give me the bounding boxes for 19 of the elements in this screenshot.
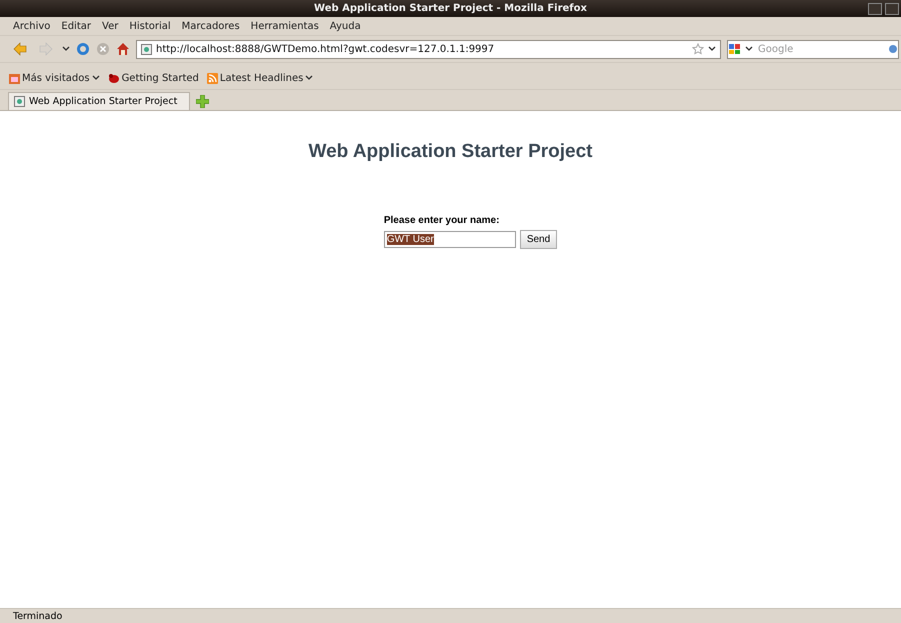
menu-item[interactable]: Editar: [61, 20, 91, 32]
menu-item[interactable]: Marcadores: [182, 20, 240, 32]
status-text: Terminado: [13, 610, 62, 622]
bookmark-item[interactable]: Latest Headlines: [206, 72, 314, 84]
menu-item[interactable]: Archivo: [13, 20, 50, 32]
menu-item[interactable]: Herramientas: [250, 20, 319, 32]
name-label: Please enter your name:: [384, 215, 500, 226]
page-heading: Web Application Starter Project: [308, 141, 592, 163]
search-bar[interactable]: Google: [727, 40, 899, 58]
bookmark-item[interactable]: Getting Started: [108, 72, 199, 84]
send-button[interactable]: Send: [520, 230, 558, 249]
window-title: Web Application Starter Project - Mozilla Firefox: [314, 3, 587, 14]
bookmark-item[interactable]: Más visitados: [9, 72, 100, 84]
menu-item[interactable]: Historial: [129, 20, 171, 32]
menu-item[interactable]: Ver: [102, 20, 118, 32]
menu-item[interactable]: Ayuda: [330, 20, 361, 32]
address-field[interactable]: http://localhost:8888/GWTDemo.html?gwt.codesvr=127.0.1.1:9997: [136, 40, 721, 58]
name-field[interactable]: GWT User: [384, 231, 516, 248]
browser-tab[interactable]: Web Application Starter Project: [8, 92, 190, 110]
